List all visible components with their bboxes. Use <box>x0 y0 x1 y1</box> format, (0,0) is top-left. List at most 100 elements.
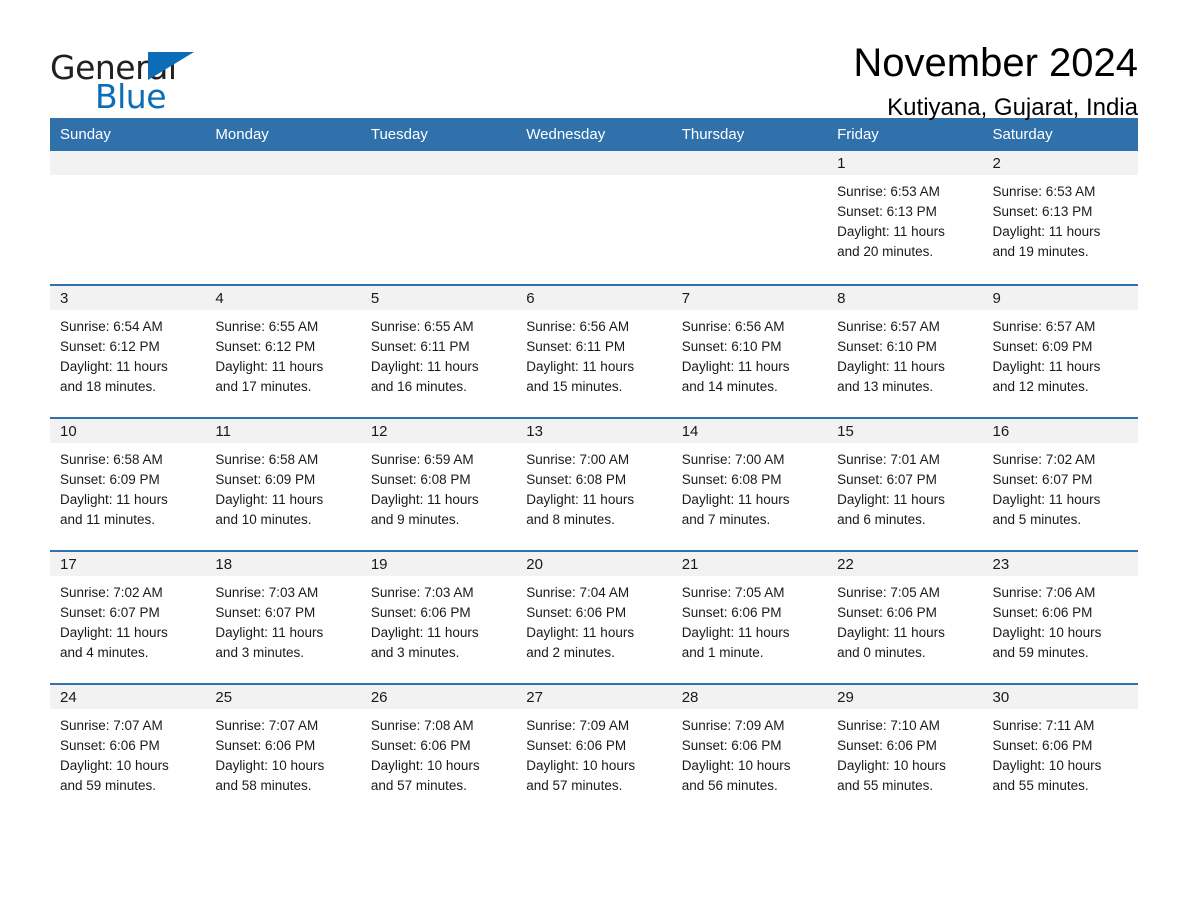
day-details: Sunrise: 6:53 AM Sunset: 6:13 PM Daylight:… <box>827 175 982 272</box>
daylight-text-line1: Daylight: 11 hours <box>681 625 790 640</box>
sunset-text: Sunset: 6:08 PM <box>681 472 782 487</box>
calendar-day-cell[interactable]: 28 Sunrise: 7:09 AM Sunset: 6:06 PM Dayligh… <box>671 683 828 816</box>
sunrise-text: Sunrise: 6:53 AM <box>992 184 1096 199</box>
sunset-text: Sunset: 6:10 PM <box>837 339 937 354</box>
calendar-day-cell[interactable]: 9 Sunrise: 6:57 AM Sunset: 6:09 PM Daylight… <box>982 284 1138 417</box>
day-number: 4 <box>205 286 361 310</box>
day-number: 7 <box>671 286 828 310</box>
sunset-text: Sunset: 6:06 PM <box>992 605 1093 620</box>
sunrise-text: Sunrise: 7:02 AM <box>992 452 1096 467</box>
daylight-text-line1: Daylight: 11 hours <box>992 359 1101 374</box>
sunrise-text: Sunrise: 7:09 AM <box>681 718 785 733</box>
calendar-day-cell[interactable]: 25 Sunrise: 7:07 AM Sunset: 6:06 PM Dayligh… <box>205 683 361 816</box>
sunrise-text: Sunrise: 6:58 AM <box>60 452 163 467</box>
day-cell-inner: 18 Sunrise: 7:03 AM Sunset: 6:07 PM Dayligh… <box>205 550 361 683</box>
day-details: Sunrise: 7:03 AM Sunset: 6:07 PM Daylight:… <box>205 576 360 673</box>
sunrise-text: Sunrise: 6:57 AM <box>992 319 1096 334</box>
daylight-text-line2: and 19 minutes. <box>992 244 1089 259</box>
daylight-text-line2: and 18 minutes. <box>60 379 157 394</box>
sunset-text: Sunset: 6:06 PM <box>370 605 471 620</box>
calendar-day-cell[interactable]: 2 Sunrise: 6:53 AM Sunset: 6:13 PM Daylight… <box>982 151 1138 284</box>
sunset-text: Sunset: 6:06 PM <box>526 738 627 753</box>
calendar-day-cell[interactable]: 3 Sunrise: 6:54 AM Sunset: 6:12 PM Daylight… <box>50 284 206 417</box>
sunrise-text: Sunrise: 6:57 AM <box>837 319 940 334</box>
daylight-text-line1: Daylight: 11 hours <box>526 625 635 640</box>
daylight-text-line1: Daylight: 10 hours <box>837 758 946 773</box>
calendar-day-cell[interactable]: 21 Sunrise: 7:05 AM Sunset: 6:06 PM Dayligh… <box>671 550 828 683</box>
calendar-day-cell[interactable]: 29 Sunrise: 7:10 AM Sunset: 6:06 PM Dayligh… <box>827 683 983 816</box>
calendar-day-cell[interactable]: 20 Sunrise: 7:04 AM Sunset: 6:06 PM Dayligh… <box>516 550 672 683</box>
daylight-text-line1: Daylight: 10 hours <box>60 758 169 773</box>
sunrise-text: Sunrise: 7:07 AM <box>60 718 163 733</box>
sunrise-text: Sunrise: 6:55 AM <box>370 319 474 334</box>
day-number: 29 <box>827 685 983 709</box>
day-cell-inner: 4 Sunrise: 6:55 AM Sunset: 6:12 PM Daylight… <box>205 284 361 417</box>
sunrise-text: Sunrise: 6:54 AM <box>60 319 163 334</box>
calendar-day-cell[interactable]: 13 Sunrise: 7:00 AM Sunset: 6:08 PM Dayligh… <box>516 417 672 550</box>
calendar-day-cell[interactable]: 23 Sunrise: 7:06 AM Sunset: 6:06 PM Dayligh… <box>982 550 1138 683</box>
daylight-text-line2: and 59 minutes. <box>992 645 1089 660</box>
day-number: 8 <box>827 286 983 310</box>
calendar-day-cell[interactable]: 16 Sunrise: 7:02 AM Sunset: 6:07 PM Dayligh… <box>982 417 1138 550</box>
daylight-text-line2: and 3 minutes. <box>370 645 460 660</box>
daylight-text-line2: and 2 minutes. <box>526 645 615 660</box>
calendar-day-cell[interactable]: 1 Sunrise: 6:53 AM Sunset: 6:13 PM Daylight… <box>827 151 983 284</box>
sunset-text: Sunset: 6:09 PM <box>60 472 160 487</box>
calendar-day-cell[interactable]: 30 Sunrise: 7:11 AM Sunset: 6:06 PM Dayligh… <box>982 683 1138 816</box>
calendar-day-cell[interactable]: 14 Sunrise: 7:00 AM Sunset: 6:08 PM Dayligh… <box>671 417 828 550</box>
calendar-day-cell[interactable]: 7 Sunrise: 6:56 AM Sunset: 6:10 PM Daylight… <box>671 284 828 417</box>
calendar-week-row: 24 Sunrise: 7:07 AM Sunset: 6:06 PM Dayligh… <box>50 683 1138 816</box>
day-number <box>516 151 672 175</box>
daylight-text-line1: Daylight: 10 hours <box>215 758 325 773</box>
daylight-text-line2: and 12 minutes. <box>992 379 1089 394</box>
sunrise-text: Sunrise: 6:56 AM <box>681 319 785 334</box>
calendar-day-cell[interactable]: 22 Sunrise: 7:05 AM Sunset: 6:06 PM Dayligh… <box>827 550 983 683</box>
calendar-day-cell[interactable]: 8 Sunrise: 6:57 AM Sunset: 6:10 PM Daylight… <box>827 284 983 417</box>
calendar-day-cell[interactable]: 26 Sunrise: 7:08 AM Sunset: 6:06 PM Dayligh… <box>360 683 517 816</box>
day-cell-inner: 12 Sunrise: 6:59 AM Sunset: 6:08 PM Dayligh… <box>360 417 517 550</box>
calendar-day-cell[interactable]: 17 Sunrise: 7:02 AM Sunset: 6:07 PM Dayligh… <box>50 550 206 683</box>
daylight-text-line1: Daylight: 11 hours <box>681 359 790 374</box>
day-number: 26 <box>360 685 517 709</box>
calendar-day-cell[interactable]: 4 Sunrise: 6:55 AM Sunset: 6:12 PM Daylight… <box>205 284 361 417</box>
sunset-text: Sunset: 6:07 PM <box>60 605 160 620</box>
calendar-day-cell[interactable]: 10 Sunrise: 6:58 AM Sunset: 6:09 PM Dayligh… <box>50 417 206 550</box>
daylight-text-line2: and 57 minutes. <box>526 778 623 793</box>
calendar-day-cell[interactable]: 19 Sunrise: 7:03 AM Sunset: 6:06 PM Dayligh… <box>360 550 517 683</box>
daylight-text-line1: Daylight: 11 hours <box>370 359 479 374</box>
calendar-day-cell[interactable]: 11 Sunrise: 6:58 AM Sunset: 6:09 PM Dayligh… <box>205 417 361 550</box>
daylight-text-line1: Daylight: 11 hours <box>992 492 1101 507</box>
calendar-day-cell[interactable]: 6 Sunrise: 6:56 AM Sunset: 6:11 PM Daylight… <box>516 284 672 417</box>
day-cell-inner <box>50 151 206 284</box>
day-cell-inner: 1 Sunrise: 6:53 AM Sunset: 6:13 PM Daylight… <box>827 151 983 284</box>
daylight-text-line1: Daylight: 11 hours <box>215 625 324 640</box>
sunset-text: Sunset: 6:06 PM <box>992 738 1093 753</box>
day-details: Sunrise: 7:01 AM Sunset: 6:07 PM Daylight:… <box>827 443 982 540</box>
calendar-day-cell[interactable]: 27 Sunrise: 7:09 AM Sunset: 6:06 PM Dayligh… <box>516 683 672 816</box>
calendar-week-row: 17 Sunrise: 7:02 AM Sunset: 6:07 PM Dayligh… <box>50 550 1138 683</box>
calendar-day-cell[interactable]: 12 Sunrise: 6:59 AM Sunset: 6:08 PM Dayligh… <box>360 417 517 550</box>
day-details: Sunrise: 7:00 AM Sunset: 6:08 PM Daylight:… <box>672 443 827 540</box>
calendar-day-cell[interactable]: 15 Sunrise: 7:01 AM Sunset: 6:07 PM Dayligh… <box>827 417 983 550</box>
calendar-day-cell[interactable]: 24 Sunrise: 7:07 AM Sunset: 6:06 PM Dayligh… <box>50 683 206 816</box>
day-details: Sunrise: 6:54 AM Sunset: 6:12 PM Daylight:… <box>50 310 205 407</box>
sunrise-text: Sunrise: 7:07 AM <box>215 718 319 733</box>
day-number: 10 <box>50 419 206 443</box>
day-details: Sunrise: 7:04 AM Sunset: 6:06 PM Daylight:… <box>516 576 671 673</box>
sunset-text: Sunset: 6:08 PM <box>526 472 627 487</box>
sunset-text: Sunset: 6:08 PM <box>370 472 471 487</box>
day-number: 24 <box>50 685 206 709</box>
daylight-text-line2: and 17 minutes. <box>215 379 312 394</box>
daylight-text-line2: and 9 minutes. <box>370 512 460 527</box>
day-details: Sunrise: 7:05 AM Sunset: 6:06 PM Daylight:… <box>672 576 827 673</box>
sunset-text: Sunset: 6:06 PM <box>215 738 316 753</box>
day-number: 13 <box>516 419 672 443</box>
page-header: General Blue November 2024 Kutiyana, Guj… <box>50 0 1138 120</box>
daylight-text-line2: and 7 minutes. <box>681 512 771 527</box>
calendar-day-cell[interactable]: 18 Sunrise: 7:03 AM Sunset: 6:07 PM Dayligh… <box>205 550 361 683</box>
calendar-day-cell[interactable]: 5 Sunrise: 6:55 AM Sunset: 6:11 PM Daylight… <box>360 284 517 417</box>
day-cell-inner: 13 Sunrise: 7:00 AM Sunset: 6:08 PM Dayligh… <box>516 417 672 550</box>
daylight-text-line1: Daylight: 11 hours <box>215 359 324 374</box>
daylight-text-line2: and 5 minutes. <box>992 512 1082 527</box>
day-number: 9 <box>982 286 1138 310</box>
